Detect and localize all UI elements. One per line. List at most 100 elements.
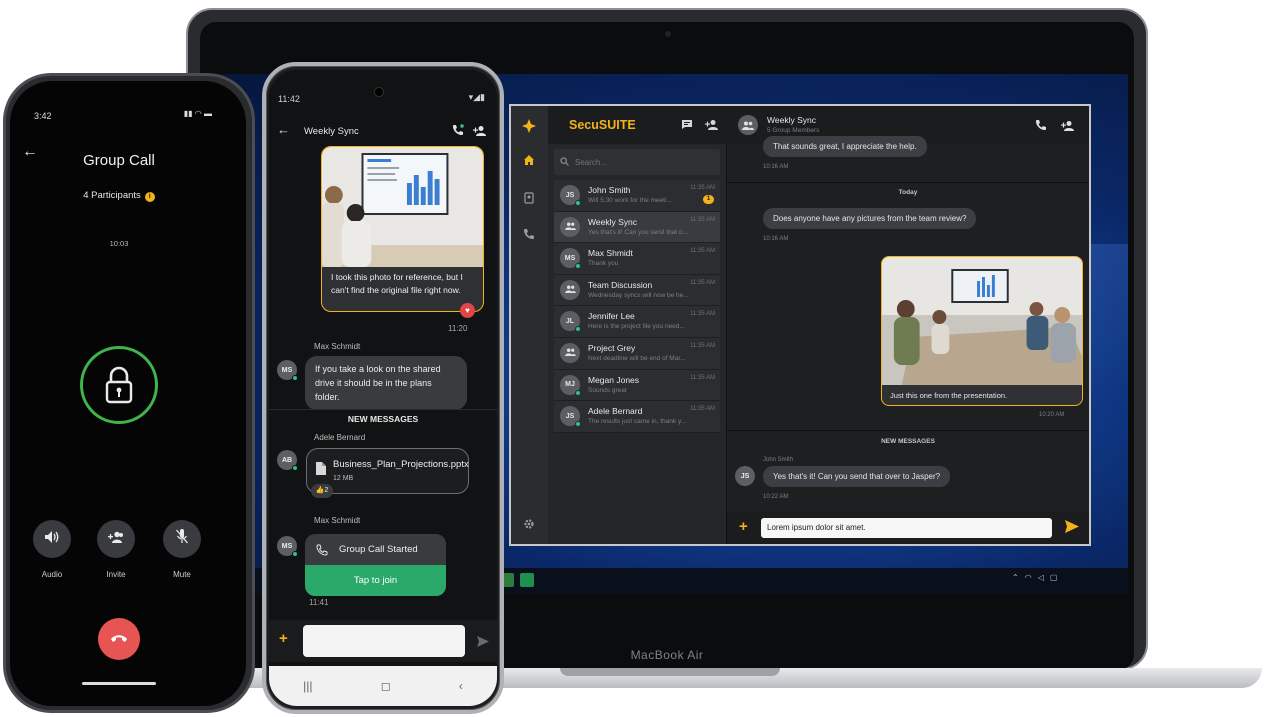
- back-arrow-icon[interactable]: ←: [277, 122, 290, 137]
- tray-wifi-icon[interactable]: ◠: [1025, 573, 1032, 582]
- conversation-preview: Will 5:30 work for the meeti...: [588, 197, 672, 204]
- conversation-preview: Wednesday syncs will now be he...: [588, 291, 689, 299]
- message-time: 11:20: [448, 324, 468, 333]
- conversation-time: 11:35 AM: [690, 311, 715, 318]
- message-time: 11:41: [309, 598, 329, 607]
- mute-button[interactable]: [163, 520, 201, 558]
- conversation-item[interactable]: MS Max Shmidt Thank you 11:35 AM: [554, 243, 720, 275]
- avatar-initials: JS: [565, 191, 575, 199]
- call-title: Group Call: [83, 152, 155, 169]
- product-hero: ⌃ ◠ ◁ ▢ MacBook Air SecuSUITE Search... …: [0, 0, 1265, 717]
- thumbs-up-reaction[interactable]: 👍2: [311, 484, 333, 498]
- mic-off-icon: [176, 529, 188, 549]
- conversation-preview: Next deadline will be end of Mar...: [588, 354, 686, 362]
- conversation-preview: Here is the project file you need...: [588, 323, 685, 331]
- add-person-icon: [108, 530, 124, 548]
- add-contact-icon[interactable]: [705, 117, 719, 135]
- home-icon[interactable]: [521, 152, 537, 168]
- settings-gear-icon[interactable]: [521, 516, 537, 532]
- sender-name: Max Schmidt: [314, 342, 361, 351]
- conversation-item[interactable]: JS Adele Bernard The results just came in,…: [554, 401, 720, 433]
- avatar-initials: MJ: [565, 381, 575, 389]
- new-message-icon[interactable]: [681, 117, 693, 135]
- android-screen: 11:42 ▾◢▮ ← Weekly Sync I took this phot…: [269, 70, 497, 706]
- status-signal-icon: ▮▮ ◠ ▬: [183, 109, 212, 118]
- status-time: 11:42: [278, 94, 300, 104]
- group-icon: [564, 222, 576, 232]
- conversation-item[interactable]: JS John Smith Will 5:30 work for the meeti…: [554, 180, 720, 212]
- message-input[interactable]: [303, 625, 465, 657]
- sender-name: Max Schmidt: [314, 516, 361, 525]
- secusuite-window: SecuSUITE JS John Smith Will 5:30 work for…: [509, 104, 1091, 546]
- tray-chevron-icon[interactable]: ⌃: [1012, 573, 1019, 582]
- presentation-photo: [322, 147, 483, 267]
- add-member-icon[interactable]: [1061, 118, 1075, 136]
- tray-volume-icon[interactable]: ◁: [1038, 573, 1044, 582]
- conversation-item[interactable]: MJ Megan Jones Sounds great 11:35 AM: [554, 369, 720, 402]
- conversation-name: John Smith: [588, 185, 631, 195]
- conversation-item[interactable]: Project Grey Next deadline will be end of…: [554, 337, 720, 370]
- home-button[interactable]: ◻: [381, 679, 391, 693]
- image-caption: Just this one from the presentation.: [890, 391, 1008, 400]
- new-messages-separator: NEW MESSAGES: [347, 414, 419, 424]
- contacts-icon[interactable]: [521, 190, 537, 206]
- attach-plus-icon[interactable]: +: [739, 518, 748, 535]
- search-box[interactable]: [554, 149, 720, 175]
- conversation-item[interactable]: Weekly Sync Yes that's it! Can you send t…: [554, 211, 720, 244]
- end-call-button[interactable]: [98, 618, 140, 660]
- list-header: SecuSUITE: [548, 106, 727, 144]
- conversation-time: 11:35 AM: [690, 406, 715, 413]
- phone-icon[interactable]: [521, 226, 537, 242]
- heart-reaction-icon[interactable]: ♥: [460, 303, 475, 318]
- image-message[interactable]: I took this photo for reference, but I c…: [321, 146, 484, 312]
- back-button[interactable]: ‹: [459, 679, 463, 693]
- avatar: MJ: [560, 374, 581, 396]
- search-input[interactable]: [575, 157, 705, 167]
- message-time: 10:20 AM: [1039, 412, 1065, 418]
- conversation-time: 11:35 AM: [690, 374, 715, 381]
- front-camera: [374, 87, 384, 97]
- tray-notification-icon[interactable]: ▢: [1050, 573, 1058, 582]
- send-icon[interactable]: [1065, 520, 1079, 538]
- conversation-name: Adele Bernard: [588, 406, 643, 417]
- info-icon[interactable]: i: [144, 192, 155, 202]
- invite-button[interactable]: [97, 520, 135, 558]
- add-member-icon[interactable]: [473, 123, 487, 141]
- message-input[interactable]: Lorem ipsum dolor sit amet.: [761, 518, 1052, 538]
- tap-to-join-button[interactable]: Tap to join: [305, 565, 446, 596]
- conversation-item[interactable]: Team Discussion Wednesday syncs will now …: [554, 274, 720, 307]
- recent-apps-button[interactable]: |||: [303, 679, 312, 693]
- system-tray: ⌃ ◠ ◁ ▢: [1012, 573, 1057, 582]
- conversation-preview: Sounds great: [588, 386, 627, 394]
- conversation-item[interactable]: JL Jennifer Lee Here is the project file y…: [554, 306, 720, 338]
- secusuite-logo-icon: [521, 118, 537, 134]
- search-icon: [560, 156, 569, 168]
- meeting-photo: [882, 257, 1082, 385]
- avatar-initials: AB: [281, 456, 293, 464]
- avatar-initials: JS: [565, 412, 575, 420]
- image-message[interactable]: Just this one from the presentation.: [881, 256, 1083, 406]
- taskbar-app-icon[interactable]: [520, 573, 534, 587]
- attach-plus-icon[interactable]: +: [279, 630, 288, 647]
- avatar: MS: [277, 536, 298, 557]
- chat-pane: Weekly Sync 5 Group Members That sounds …: [727, 106, 1089, 544]
- chat-title: Weekly Sync: [767, 115, 816, 125]
- online-indicator: [575, 263, 581, 270]
- message-bubble: If you take a look on the shared drive i…: [305, 356, 467, 410]
- avatar: MS: [277, 360, 298, 381]
- message-bubble: That sounds great, I appreciate the help…: [763, 136, 927, 157]
- call-card-header: Group Call Started: [305, 534, 446, 564]
- call-icon[interactable]: [1035, 118, 1047, 136]
- chat-header-actions: [452, 123, 487, 141]
- sender-name: John Smith: [763, 457, 794, 463]
- avatar-initials: MS: [564, 254, 576, 262]
- send-icon[interactable]: [477, 634, 489, 652]
- divider: [727, 430, 1089, 431]
- audio-button[interactable]: [33, 520, 71, 558]
- conversation-name: Team Discussion: [588, 279, 653, 290]
- chat-subtitle: 5 Group Members: [767, 127, 820, 134]
- secure-lock-icon: [80, 346, 158, 424]
- group-avatar-icon: [738, 115, 758, 135]
- conversation-preview: Yes that's it! Can you send that o...: [588, 228, 689, 236]
- call-add-icon[interactable]: [452, 123, 464, 141]
